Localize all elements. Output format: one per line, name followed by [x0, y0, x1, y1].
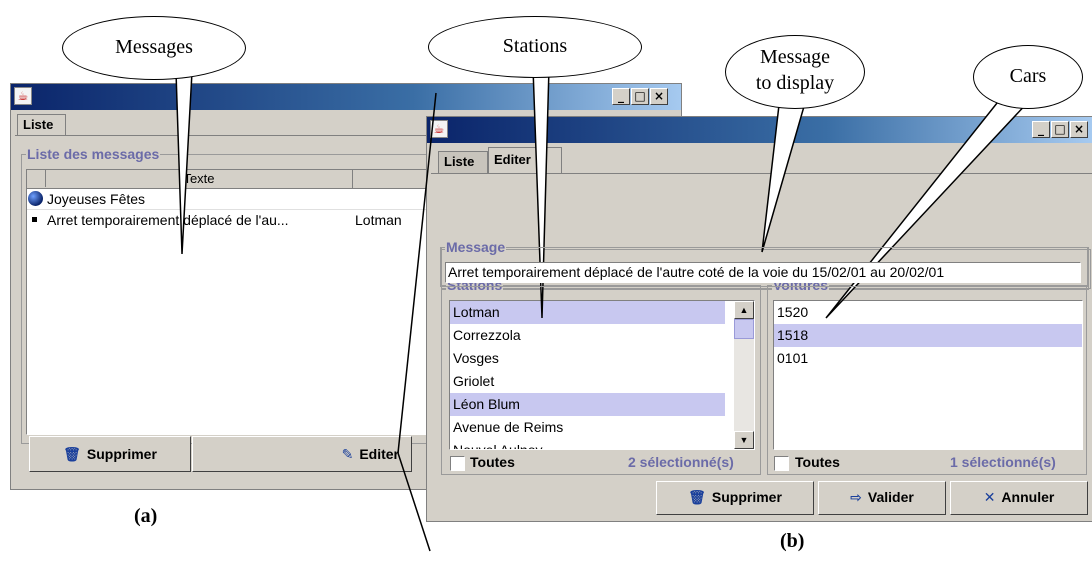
message-pointer — [761, 102, 807, 253]
message-input[interactable]: Arret temporairement déplacé de l'autre … — [445, 262, 1081, 283]
message-group-label: Message — [445, 239, 507, 255]
callout-cars-text: Cars — [1009, 65, 1047, 87]
callout-stations: Stations — [428, 16, 642, 78]
caption-b: (b) — [780, 530, 804, 553]
zoom-line-top — [397, 92, 437, 454]
caption-b-text: (b) — [780, 530, 805, 552]
callout-pointers — [175, 67, 1032, 552]
callout-cars: Cars — [973, 45, 1083, 109]
caption-a-text: (a) — [134, 505, 158, 527]
callout-message-line1: Message — [760, 46, 830, 68]
zoom-line-bottom — [397, 452, 431, 552]
messages-pointer — [175, 71, 193, 255]
message-section: Message Arret temporairement déplacé de … — [440, 239, 1088, 287]
callout-messages-text: Messages — [115, 36, 193, 58]
message-input-value: Arret temporairement déplacé de l'autre … — [448, 264, 945, 280]
callout-message-line2: to display — [755, 72, 835, 94]
callout-stations-text: Stations — [502, 35, 568, 57]
callout-messages: Messages — [62, 16, 246, 80]
caption-a: (a) — [134, 505, 157, 528]
callout-message-to-display: Message to display — [725, 35, 865, 109]
